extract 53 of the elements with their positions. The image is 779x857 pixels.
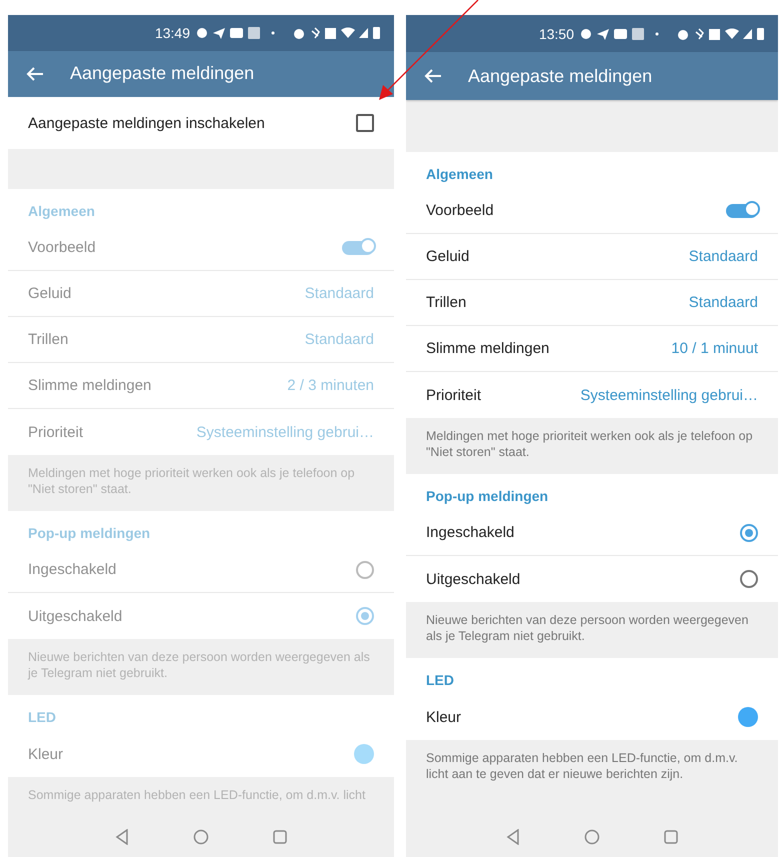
info-note: Meldingen met hoge prioriteit werken ook als je telefoon op "Niet storen" staat. <box>28 465 356 497</box>
recents-icon[interactable] <box>664 830 678 844</box>
setting-label: Uitgeschakeld <box>426 570 520 588</box>
setting-value: Systeeminstelling gebrui… <box>580 386 758 404</box>
home-icon[interactable] <box>193 829 209 845</box>
setting-label: Kleur <box>28 746 64 762</box>
setting-label: Uitgeschakeld <box>28 608 122 624</box>
section-header: LED <box>27 709 57 727</box>
section-header: LED <box>425 672 455 690</box>
setting-label: Prioriteit <box>426 386 482 404</box>
screen-title: Aangepaste meldingen <box>70 63 254 84</box>
setting-label: Slimme meldingen <box>426 340 550 357</box>
back-arrow-icon[interactable] <box>424 68 442 84</box>
status-time: 13:50 <box>538 26 574 42</box>
status-time: 13:49 <box>154 24 190 41</box>
toggle-switch[interactable] <box>726 204 758 218</box>
setting-label: Ingeschakeld <box>28 561 116 578</box>
back-icon[interactable] <box>506 829 520 845</box>
setting-value: Systeeminstelling gebrui… <box>196 424 374 440</box>
setting-label: Slimme meldingen <box>28 377 152 394</box>
setting-label: Voorbeeld <box>28 239 96 256</box>
info-note: Sommige apparaten hebben een LED-functie, om d.m.v. licht aan te geven dat er nieuwe berichten zijn. <box>426 750 739 782</box>
setting-label: Geluid <box>28 285 72 302</box>
info-note: Meldingen met hoge prioriteit werken ook als je telefoon op "Niet storen" staat. <box>426 428 754 460</box>
setting-label: Trillen <box>28 331 68 348</box>
setting-value: 10 / 1 minuut <box>671 340 758 357</box>
setting-value: Standaard <box>304 331 374 348</box>
recents-icon[interactable] <box>273 830 287 844</box>
setting-label: Kleur <box>426 708 462 726</box>
section-header: Algemeen <box>27 203 96 221</box>
info-note: Nieuwe berichten van deze persoon worden weergegeven als je Telegram niet gebruikt. <box>426 612 750 644</box>
radio-button[interactable] <box>740 570 758 588</box>
info-note: Sommige apparaten hebben een LED-functie, om d.m.v. licht <box>28 787 366 803</box>
setting-value: Standaard <box>688 248 758 265</box>
setting-label: Trillen <box>426 294 466 311</box>
home-icon[interactable] <box>584 829 600 845</box>
setting-value: Standaard <box>304 285 374 302</box>
setting-value: 2 / 3 minuten <box>287 377 374 394</box>
setting-value: Standaard <box>688 294 758 311</box>
info-note: Nieuwe berichten van deze persoon worden weergegeven als je Telegram niet gebruikt. <box>28 649 371 681</box>
setting-label: Prioriteit <box>28 424 84 440</box>
radio-button[interactable] <box>740 524 758 542</box>
section-header: Pop-up meldingen <box>425 488 550 506</box>
setting-label: Geluid <box>426 248 470 265</box>
color-dot[interactable] <box>738 707 758 727</box>
screen-title: Aangepaste meldingen <box>468 66 652 86</box>
setting-label: Aangepaste meldingen inschakelen <box>28 114 265 132</box>
section-header: Pop-up meldingen <box>27 525 152 543</box>
back-arrow-icon[interactable] <box>26 66 44 82</box>
section-header: Algemeen <box>425 166 494 184</box>
back-icon[interactable] <box>115 829 129 845</box>
setting-label: Voorbeeld <box>426 202 494 219</box>
setting-label: Ingeschakeld <box>426 524 514 541</box>
